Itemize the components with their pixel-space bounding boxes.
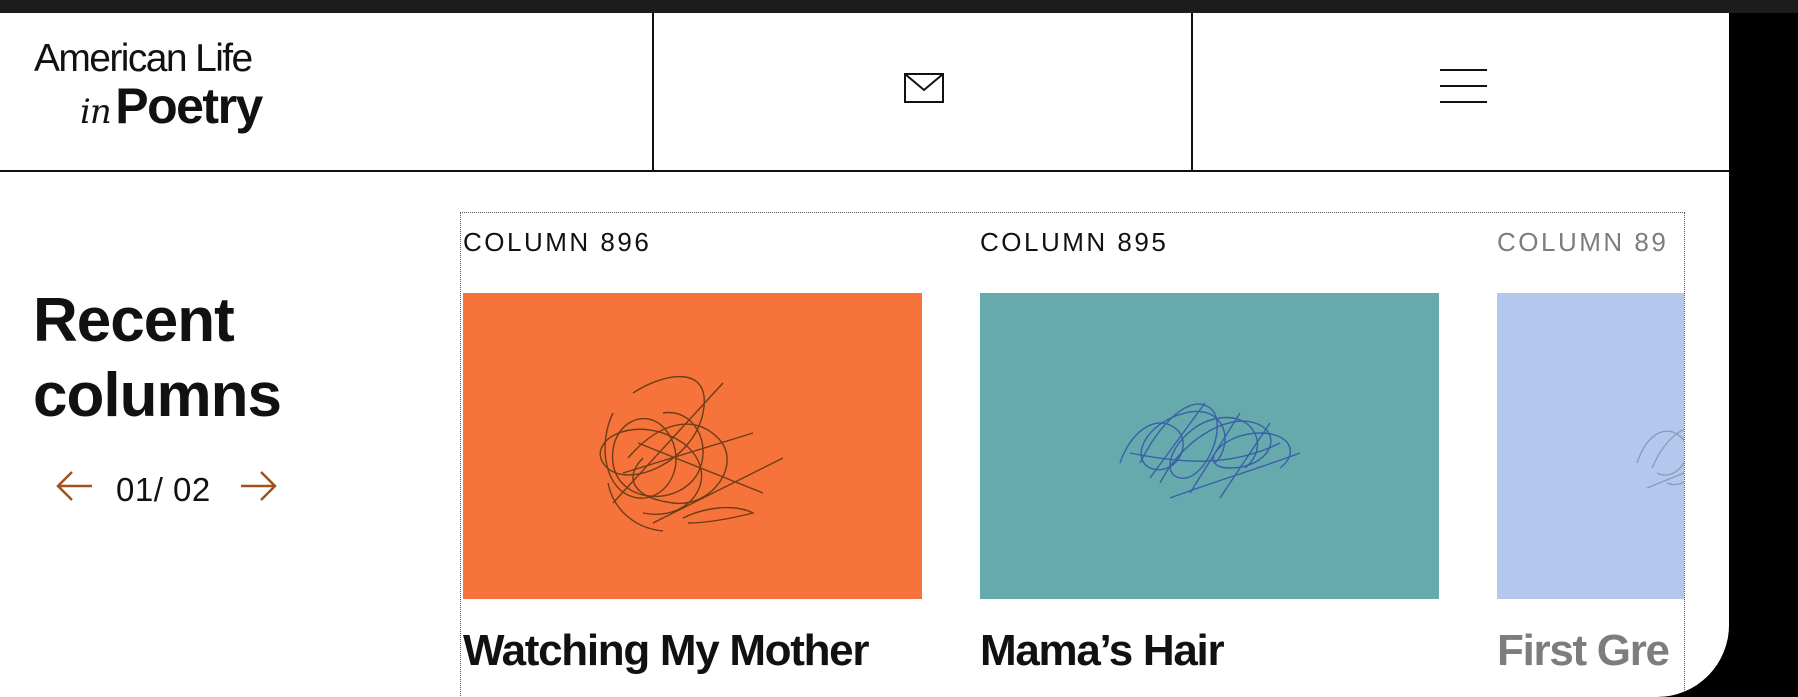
scribble-illustration: [980, 293, 1439, 599]
section-title: Recent columns: [33, 286, 282, 430]
scribble-illustration: [463, 293, 922, 599]
column-title[interactable]: Watching My Mother: [463, 626, 869, 676]
column-number: COLUMN 89: [1497, 227, 1669, 257]
page: American Life in Poetry Recent columns 0…: [0, 13, 1729, 697]
columns-carousel[interactable]: COLUMN 896 Watching My Mother COLUMN 895…: [460, 212, 1685, 697]
window-top-bar: [0, 0, 1798, 13]
menu-button[interactable]: [1191, 13, 1729, 170]
pager-count: 01/ 02: [116, 471, 211, 508]
site-logo[interactable]: American Life in Poetry: [34, 37, 263, 144]
column-image[interactable]: [1497, 293, 1684, 599]
arrow-right-icon[interactable]: [239, 470, 277, 502]
column-title[interactable]: Mama’s Hair: [980, 626, 1225, 676]
hamburger-menu-icon: [1440, 69, 1487, 103]
column-number: COLUMN 896: [463, 227, 652, 257]
site-header: American Life in Poetry: [0, 13, 1729, 172]
arrow-left-icon[interactable]: [56, 470, 94, 502]
column-image[interactable]: [980, 293, 1439, 599]
scribble-illustration: [1497, 293, 1684, 599]
logo-poetry: Poetry: [115, 78, 263, 134]
logo-in: in: [80, 92, 112, 132]
logo-line-2: in Poetry: [80, 78, 263, 144]
mail-icon: [904, 73, 944, 103]
newsletter-button[interactable]: [652, 13, 1192, 170]
column-image[interactable]: [463, 293, 922, 599]
column-number: COLUMN 895: [980, 227, 1169, 257]
logo-line-1: American Life: [34, 37, 253, 80]
column-title[interactable]: First Gre: [1497, 626, 1670, 676]
